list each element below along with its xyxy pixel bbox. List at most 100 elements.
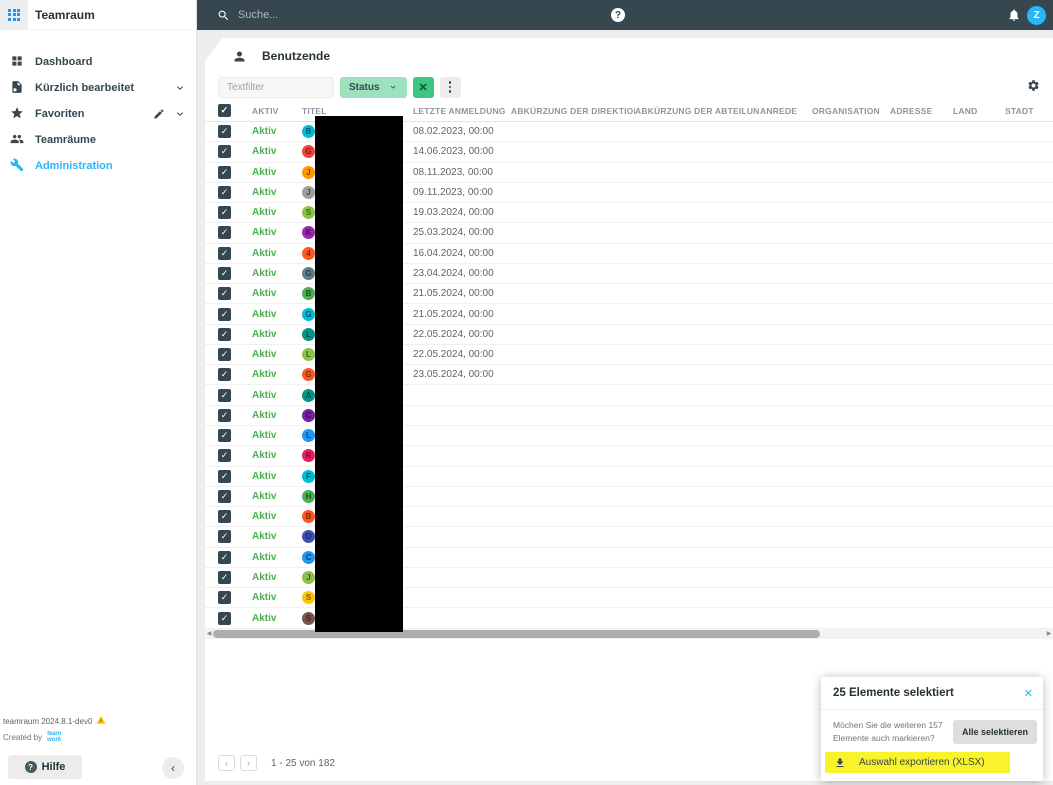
row-checkbox[interactable]: ✓	[218, 308, 231, 321]
chevron-down-icon	[388, 82, 398, 92]
column-header-adresse[interactable]: ADRESSE	[890, 106, 953, 116]
selection-popup-message: Möchen Sie die weiteren 157 Elemente auc…	[833, 719, 947, 745]
avatar: S	[302, 206, 315, 219]
row-checkbox[interactable]: ✓	[218, 186, 231, 199]
avatar: J	[302, 571, 315, 584]
row-checkbox[interactable]: ✓	[218, 287, 231, 300]
row-checkbox[interactable]: ✓	[218, 571, 231, 584]
app-title: Teamraum	[35, 8, 95, 22]
sidebar-item-label: Administration	[35, 160, 113, 172]
row-checkbox[interactable]: ✓	[218, 551, 231, 564]
user-avatar[interactable]: Z	[1027, 6, 1046, 25]
last-login-cell: 09.11.2023, 00:00	[413, 187, 511, 198]
row-checkbox[interactable]: ✓	[218, 449, 231, 462]
help-button[interactable]: ? Hilfe	[8, 755, 82, 779]
sidebar-item-administration[interactable]: Administration	[0, 153, 196, 179]
global-search[interactable]: Suche...	[217, 0, 278, 30]
table-settings-button[interactable]	[1027, 79, 1040, 97]
last-login-cell: 08.11.2023, 00:00	[413, 167, 511, 178]
sidebar-item-recent[interactable]: Kürzlich bearbeitet	[0, 75, 196, 101]
status-badge: Aktiv	[252, 491, 276, 502]
chevron-down-icon[interactable]	[174, 82, 186, 94]
sidebar-header: Teamraum	[0, 0, 196, 30]
row-checkbox[interactable]: ✓	[218, 145, 231, 158]
status-badge: Aktiv	[252, 268, 276, 279]
row-checkbox[interactable]: ✓	[218, 328, 231, 341]
row-checkbox[interactable]: ✓	[218, 490, 231, 503]
table-body: ✓ Aktiv B 08.02.2023, 00:00 ✓ Aktiv G 14…	[205, 122, 1053, 629]
status-filter-dropdown[interactable]: Status	[340, 77, 407, 98]
row-checkbox[interactable]: ✓	[218, 267, 231, 280]
last-login-cell: 14.06.2023, 00:00	[413, 146, 511, 157]
avatar: L	[302, 348, 315, 361]
sidebar-item-teamrooms[interactable]: Teamräume	[0, 127, 196, 153]
help-icon[interactable]: ?	[611, 8, 625, 22]
sidebar-item-dashboard[interactable]: Dashboard	[0, 49, 196, 75]
column-header-stadt[interactable]: STADT	[1005, 106, 1053, 116]
collapse-sidebar-button[interactable]: ‹	[162, 757, 184, 779]
star-icon	[10, 106, 35, 123]
avatar: C	[302, 551, 315, 564]
avatar: R	[302, 449, 315, 462]
row-checkbox[interactable]: ✓	[218, 510, 231, 523]
close-icon[interactable]: ✕	[1024, 687, 1033, 700]
row-checkbox[interactable]: ✓	[218, 429, 231, 442]
download-icon	[834, 757, 846, 769]
sidebar: Teamraum Dashboard Kürzlich bearbeitet F…	[0, 0, 197, 785]
status-badge: Aktiv	[252, 126, 276, 137]
row-checkbox[interactable]: ✓	[218, 389, 231, 402]
avatar: G	[302, 145, 315, 158]
search-icon	[217, 9, 230, 22]
gear-icon	[1027, 79, 1040, 92]
row-checkbox[interactable]: ✓	[218, 470, 231, 483]
row-checkbox[interactable]: ✓	[218, 530, 231, 543]
text-filter-input[interactable]	[218, 77, 334, 98]
row-checkbox[interactable]: ✓	[218, 206, 231, 219]
pagination-label: 1 - 25 von 182	[271, 758, 335, 769]
row-checkbox[interactable]: ✓	[218, 368, 231, 381]
row-checkbox[interactable]: ✓	[218, 612, 231, 625]
column-header-land[interactable]: LAND	[953, 106, 1005, 116]
scroll-right-arrow[interactable]: ▶	[1045, 629, 1053, 639]
avatar: S	[302, 591, 315, 604]
row-checkbox[interactable]: ✓	[218, 247, 231, 260]
avatar: F	[302, 470, 315, 483]
last-login-cell: 21.05.2024, 00:00	[413, 309, 511, 320]
select-all-button[interactable]: Alle selektieren	[953, 720, 1037, 744]
status-badge: Aktiv	[252, 471, 276, 482]
notifications-button[interactable]	[1007, 8, 1021, 27]
row-checkbox[interactable]: ✓	[218, 409, 231, 422]
column-header-anrede[interactable]: ANREDE	[760, 106, 812, 116]
sidebar-footer: teamraum 2024.8.1-dev0 Created by teamwo…	[0, 715, 196, 785]
row-checkbox[interactable]: ✓	[218, 591, 231, 604]
status-badge: Aktiv	[252, 207, 276, 218]
app-root: Teamraum Dashboard Kürzlich bearbeitet F…	[0, 0, 1053, 785]
clear-filter-button[interactable]: ✕	[413, 77, 434, 98]
export-xlsx-button[interactable]: Auswahl exportieren (XLSX)	[825, 752, 1010, 773]
status-badge: Aktiv	[252, 227, 276, 238]
pencil-edit-icon[interactable]	[153, 108, 165, 120]
grid-icon	[8, 9, 20, 21]
sidebar-item-favorites[interactable]: Favoriten	[0, 101, 196, 127]
topbar: Suche... ? Z	[197, 0, 1053, 30]
scroll-left-arrow[interactable]: ◀	[205, 629, 213, 639]
column-header-organisation[interactable]: ORGANISATION	[812, 106, 890, 116]
more-options-button[interactable]	[440, 77, 461, 98]
row-checkbox[interactable]: ✓	[218, 348, 231, 361]
column-header-letzte-anmeldung[interactable]: LETZTE ANMELDUNG ↑	[413, 106, 511, 116]
scrollbar-thumb[interactable]	[213, 630, 820, 638]
last-login-cell: 23.04.2024, 00:00	[413, 268, 511, 279]
avatar: H	[302, 490, 315, 503]
select-all-checkbox[interactable]: ✓	[218, 104, 231, 117]
row-checkbox[interactable]: ✓	[218, 226, 231, 239]
prev-page-button[interactable]: ‹	[218, 755, 235, 771]
app-launcher-button[interactable]	[0, 0, 28, 30]
column-header-abkuerzung-abteilung[interactable]: ABKÜRZUNG DER ABTEILUNG	[635, 106, 760, 116]
chevron-down-icon[interactable]	[174, 108, 186, 120]
row-checkbox[interactable]: ✓	[218, 125, 231, 138]
next-page-button[interactable]: ›	[240, 755, 257, 771]
column-header-titel[interactable]: TITEL	[302, 106, 413, 116]
column-header-aktiv[interactable]: AKTIV	[252, 106, 302, 116]
row-checkbox[interactable]: ✓	[218, 166, 231, 179]
column-header-abkuerzung-direktion[interactable]: ABKÜRZUNG DER DIREKTION	[511, 106, 635, 116]
